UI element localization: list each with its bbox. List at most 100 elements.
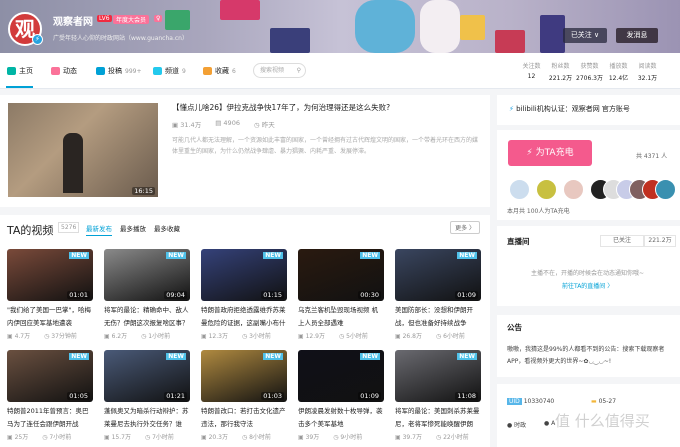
video-title[interactable]: 伊朗凌晨发射数十枚导弹，袭击多个美军基地 xyxy=(298,405,384,431)
publish-time: 37分钟前 xyxy=(51,333,77,340)
search-icon[interactable]: ⚲ xyxy=(297,64,301,77)
dynamic-icon xyxy=(51,67,60,75)
duration: 01:21 xyxy=(164,392,187,400)
duration: 01:05 xyxy=(67,392,90,400)
tab-latest[interactable]: 最新发布 xyxy=(86,223,112,236)
video-thumbnail[interactable]: NEW 01:21 xyxy=(104,350,190,402)
video-thumbnail[interactable]: NEW 01:09 xyxy=(298,350,384,402)
banner-decoration xyxy=(355,0,415,53)
video-thumbnail[interactable]: NEW 01:05 xyxy=(7,350,93,402)
more-button[interactable]: 更多 〉 xyxy=(450,221,480,234)
video-title[interactable]: 将军的最论：精确命中、敌人无伤？伊朗这次报复啥区事？ xyxy=(104,304,190,330)
publish-time: 7小时前 xyxy=(152,434,174,441)
duration: 00:30 xyxy=(358,291,381,299)
duration: 01:01 xyxy=(67,291,90,299)
video-item[interactable]: NEW 00:30 乌克兰客机坠毁现场视频 机上人员全部遇难 ▣ 12.9万 ◷ 5… xyxy=(298,249,384,340)
new-badge: NEW xyxy=(263,353,283,360)
publish-time: 5小时前 xyxy=(346,333,368,340)
video-item[interactable]: NEW 01:09 伊朗凌晨发射数十枚导弹，袭击多个美军基地 ▣ 39万 ◷ 9小时… xyxy=(298,350,384,441)
videos-section: TA的视频 5276 最新发布 最多播放 最多收藏 更多 〉 NEW 01:01 … xyxy=(0,215,490,447)
tag[interactable]: ● 时政 xyxy=(507,420,526,429)
video-title[interactable]: 特朗普政府拒绝透露维乔苏莱曼危险的证据，这副嘴小布什也 xyxy=(201,304,287,330)
tag[interactable]: ● A xyxy=(544,420,555,427)
nav-favorites[interactable]: 收藏 6 xyxy=(203,66,236,76)
publish-time: 8小时前 xyxy=(249,434,271,441)
fan-avatar[interactable] xyxy=(563,179,584,200)
stat-fans[interactable]: 粉丝数 221.2万 xyxy=(546,61,575,82)
nav-label: 动态 xyxy=(63,67,77,75)
watermark: 值 什么值得买 xyxy=(555,412,650,430)
video-item[interactable]: NEW 01:01 "我们给了美国一巴掌"，哈梅内伊回应美军基地遭袭 ▣ 4.7万… xyxy=(7,249,93,340)
video-item[interactable]: NEW 01:03 特朗普改口：若打击文化遗产违法，那行我守法 ▣ 20.3万 ◷ … xyxy=(201,350,287,441)
video-meta: ▣ 12.9万 ◷ 5小时前 xyxy=(298,333,368,340)
video-item[interactable]: NEW 01:21 蓬佩奥又为暗杀行动辩护：苏莱曼尼去执行外交任务？谁 ▣ 15.… xyxy=(104,350,190,441)
tab-most-played[interactable]: 最多播放 xyxy=(120,223,146,233)
active-tab-indicator xyxy=(6,86,33,88)
new-badge: NEW xyxy=(69,252,89,259)
message-button[interactable]: 发消息 xyxy=(616,28,658,43)
video-title[interactable]: 蓬佩奥又为暗杀行动辩护：苏莱曼尼去执行外交任务？谁 xyxy=(104,405,190,431)
featured-title[interactable]: 【懂点儿啥26】伊拉克战争快17年了，为何治理得还是这么失败? xyxy=(172,102,390,113)
tab-most-favorited[interactable]: 最多收藏 xyxy=(154,223,180,233)
live-room-link[interactable]: 前往TA的直播间 〉 xyxy=(562,281,613,290)
live-follow-button[interactable]: 已关注 xyxy=(600,235,644,247)
video-meta: ▣ 39.7万 ◷ 22小时前 xyxy=(395,434,469,441)
video-title[interactable]: 乌克兰客机坠毁现场视频 机上人员全部遇难 xyxy=(298,304,384,330)
stat-following[interactable]: 关注数 12 xyxy=(517,61,546,82)
nav-dynamic[interactable]: 动态 xyxy=(51,66,77,76)
new-badge: NEW xyxy=(457,252,477,259)
certification-card: ⚡ bilibili机构认证：观察者网 官方账号 xyxy=(497,95,680,125)
video-title[interactable]: "我们给了美国一巴掌"，哈梅内伊回应美军基地遭袭 xyxy=(7,304,93,330)
video-item[interactable]: NEW 01:15 特朗普政府拒绝透露维乔苏莱曼危险的证据，这副嘴小布什也 ▣ 1… xyxy=(201,249,287,340)
search-placeholder: 搜索视频 xyxy=(260,67,285,74)
banner-decoration xyxy=(495,30,525,53)
video-title[interactable]: 美国防部长：没想和伊朗开战，但也准备好持续战争 xyxy=(395,304,481,330)
home-icon xyxy=(7,67,16,75)
banner-decoration xyxy=(165,10,190,30)
video-item[interactable]: NEW 01:09 美国防部长：没想和伊朗开战，但也准备好持续战争 ▣ 26.8万… xyxy=(395,249,481,340)
video-thumbnail[interactable]: NEW 01:01 xyxy=(7,249,93,301)
search-input[interactable]: 搜索视频 ⚲ xyxy=(253,63,306,78)
featured-thumbnail[interactable]: 16:15 xyxy=(8,103,158,197)
video-title[interactable]: 特朗普2011年曾预言：奥巴马为了连任会跟伊朗开战 xyxy=(7,405,93,431)
video-thumbnail[interactable]: NEW 11:08 xyxy=(395,350,481,402)
new-badge: NEW xyxy=(69,353,89,360)
charge-button[interactable]: ⚡ 为TA充电 xyxy=(508,140,592,166)
nav-channel[interactable]: 频道 9 xyxy=(153,66,186,76)
video-thumbnail[interactable]: NEW 01:09 xyxy=(395,249,481,301)
publish-time: 6小时前 xyxy=(443,333,465,340)
fan-avatar[interactable] xyxy=(655,179,676,200)
new-badge: NEW xyxy=(360,353,380,360)
video-item[interactable]: NEW 01:05 特朗普2011年曾预言：奥巴马为了连任会跟伊朗开战 ▣ 25万… xyxy=(7,350,93,441)
publish-time: 3小时前 xyxy=(249,333,271,340)
fan-avatar[interactable] xyxy=(536,179,557,200)
video-title[interactable]: 特朗普改口：若打击文化遗产违法，那行我守法 xyxy=(201,405,287,431)
banner-decoration xyxy=(460,15,485,40)
nav-label: 频道 xyxy=(165,67,179,75)
video-item[interactable]: NEW 11:08 将军的最论：美国刺杀苏莱曼尼，老将军惨死能唤醒伊朗 ▣ 39.… xyxy=(395,350,481,441)
nav-videos[interactable]: 投稿 999+ xyxy=(96,66,141,76)
nav-label: 投稿 xyxy=(108,67,122,75)
nav-home[interactable]: 主页 xyxy=(7,66,33,76)
certification: ⚡ bilibili机构认证：观察者网 官方账号 xyxy=(509,105,630,113)
banner-decoration xyxy=(220,0,260,20)
video-title[interactable]: 将军的最论：美国刺杀苏莱曼尼，老将军惨死能唤醒伊朗 xyxy=(395,405,481,431)
stats: 关注数 12 粉丝数 221.2万 获赞数 2706.3万 播放数 12.4亿 阅读数 3… xyxy=(517,61,662,82)
video-item[interactable]: NEW 09:04 将军的最论：精确命中、敌人无伤？伊朗这次报复啥区事？ ▣ 6.… xyxy=(104,249,190,340)
video-thumbnail[interactable]: NEW 00:30 xyxy=(298,249,384,301)
video-icon xyxy=(96,67,105,75)
publish-time: 7小时前 xyxy=(49,434,72,441)
video-thumbnail[interactable]: NEW 01:03 xyxy=(201,350,287,402)
fan-avatar[interactable] xyxy=(509,179,530,200)
video-meta: ▣ 20.3万 ◷ 8小时前 xyxy=(201,434,271,441)
play-count: 26.8万 xyxy=(402,333,422,340)
banner-decoration xyxy=(420,0,460,53)
play-count: 20.3万 xyxy=(208,434,228,441)
follow-button[interactable]: 已关注 ∨ xyxy=(563,28,607,43)
video-thumbnail[interactable]: NEW 01:15 xyxy=(201,249,287,301)
video-thumbnail[interactable]: NEW 09:04 xyxy=(104,249,190,301)
section-title: TA的视频 xyxy=(7,224,54,237)
nav-count: 999+ xyxy=(125,67,142,75)
live-title: 直播间 xyxy=(507,237,530,246)
play-count: 15.7万 xyxy=(111,434,131,441)
